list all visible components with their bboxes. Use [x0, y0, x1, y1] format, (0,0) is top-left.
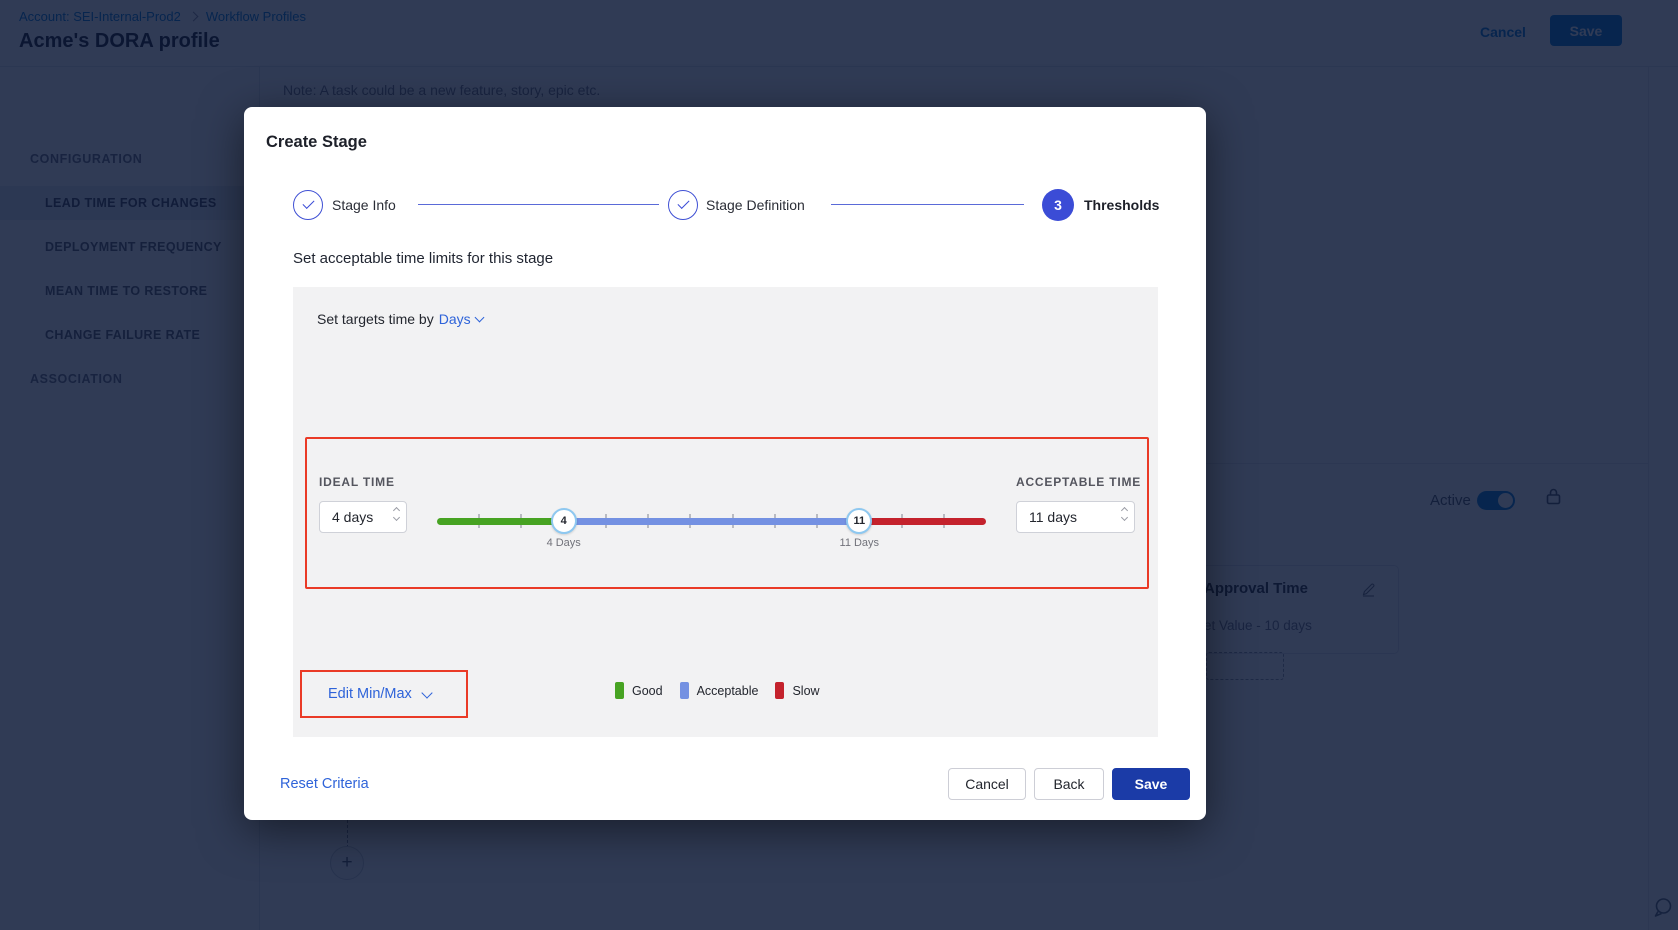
acceptable-time-stepper[interactable] — [1122, 508, 1127, 520]
set-targets-row: Set targets time by Days — [317, 311, 483, 327]
step-3-circle[interactable]: 3 — [1042, 189, 1074, 221]
highlight-box-time-limits: IDEAL TIME 4 11 4 Days 11 Day — [305, 437, 1149, 589]
chevron-down-icon — [421, 687, 432, 698]
legend-item-acceptable: Acceptable — [680, 682, 759, 699]
modal-title: Create Stage — [266, 133, 367, 152]
acceptable-time-label: ACCEPTABLE TIME — [1016, 475, 1141, 489]
edit-minmax-button[interactable]: Edit Min/Max — [328, 686, 431, 702]
legend-label: Acceptable — [697, 684, 759, 698]
slider-legend: Good Acceptable Slow — [615, 682, 837, 699]
reset-criteria-link[interactable]: Reset Criteria — [280, 776, 369, 792]
time-unit-dropdown[interactable]: Days — [439, 311, 471, 327]
slow-swatch — [775, 682, 784, 699]
ideal-time-input-wrap — [319, 501, 407, 533]
stepper-down-icon[interactable] — [393, 514, 400, 521]
step-2-label: Stage Definition — [706, 197, 805, 213]
ideal-time-stepper[interactable] — [394, 508, 399, 520]
edit-minmax-label: Edit Min/Max — [328, 686, 412, 702]
modal-save-button[interactable]: Save — [1112, 768, 1190, 800]
acceptable-time-input[interactable] — [1017, 502, 1134, 532]
thresholds-heading: Set acceptable time limits for this stag… — [293, 250, 553, 267]
slider-handle-max[interactable]: 11 — [846, 508, 872, 534]
step-connector-1 — [418, 204, 659, 205]
legend-label: Good — [632, 684, 663, 698]
modal-cancel-button[interactable]: Cancel — [948, 768, 1026, 800]
slider-max-label: 11 Days — [824, 537, 894, 549]
highlight-box-edit-minmax: Edit Min/Max — [300, 670, 468, 718]
legend-item-slow: Slow — [775, 682, 819, 699]
legend-label: Slow — [792, 684, 819, 698]
ideal-time-label: IDEAL TIME — [319, 475, 395, 489]
step-1-label: Stage Info — [332, 197, 396, 213]
check-icon — [302, 197, 314, 209]
slider-handle-min[interactable]: 4 — [551, 508, 577, 534]
step-3-label: Thresholds — [1084, 197, 1159, 213]
chevron-down-icon[interactable] — [474, 313, 484, 323]
check-icon — [677, 197, 689, 209]
time-slider: 4 11 4 Days 11 Days — [437, 501, 986, 553]
set-targets-label: Set targets time by — [317, 311, 434, 327]
slider-segment-slow — [859, 518, 986, 525]
modal-back-button[interactable]: Back — [1034, 768, 1104, 800]
step-connector-2 — [831, 204, 1024, 205]
slider-min-label: 4 Days — [529, 537, 599, 549]
slider-segment-acceptable — [564, 518, 860, 525]
slider-segment-good — [437, 518, 564, 525]
step-2-circle[interactable] — [668, 190, 698, 220]
legend-item-good: Good — [615, 682, 663, 699]
acceptable-swatch — [680, 682, 689, 699]
step-1-circle[interactable] — [293, 190, 323, 220]
screen: Account: SEI-Internal-Prod2 Workflow Pro… — [0, 0, 1678, 930]
stepper-down-icon[interactable] — [1121, 514, 1128, 521]
create-stage-modal: Create Stage Stage Info Stage Definition… — [244, 107, 1206, 820]
acceptable-time-input-wrap — [1016, 501, 1135, 533]
good-swatch — [615, 682, 624, 699]
thresholds-panel: Set targets time by Days IDEAL TIME — [293, 287, 1158, 737]
